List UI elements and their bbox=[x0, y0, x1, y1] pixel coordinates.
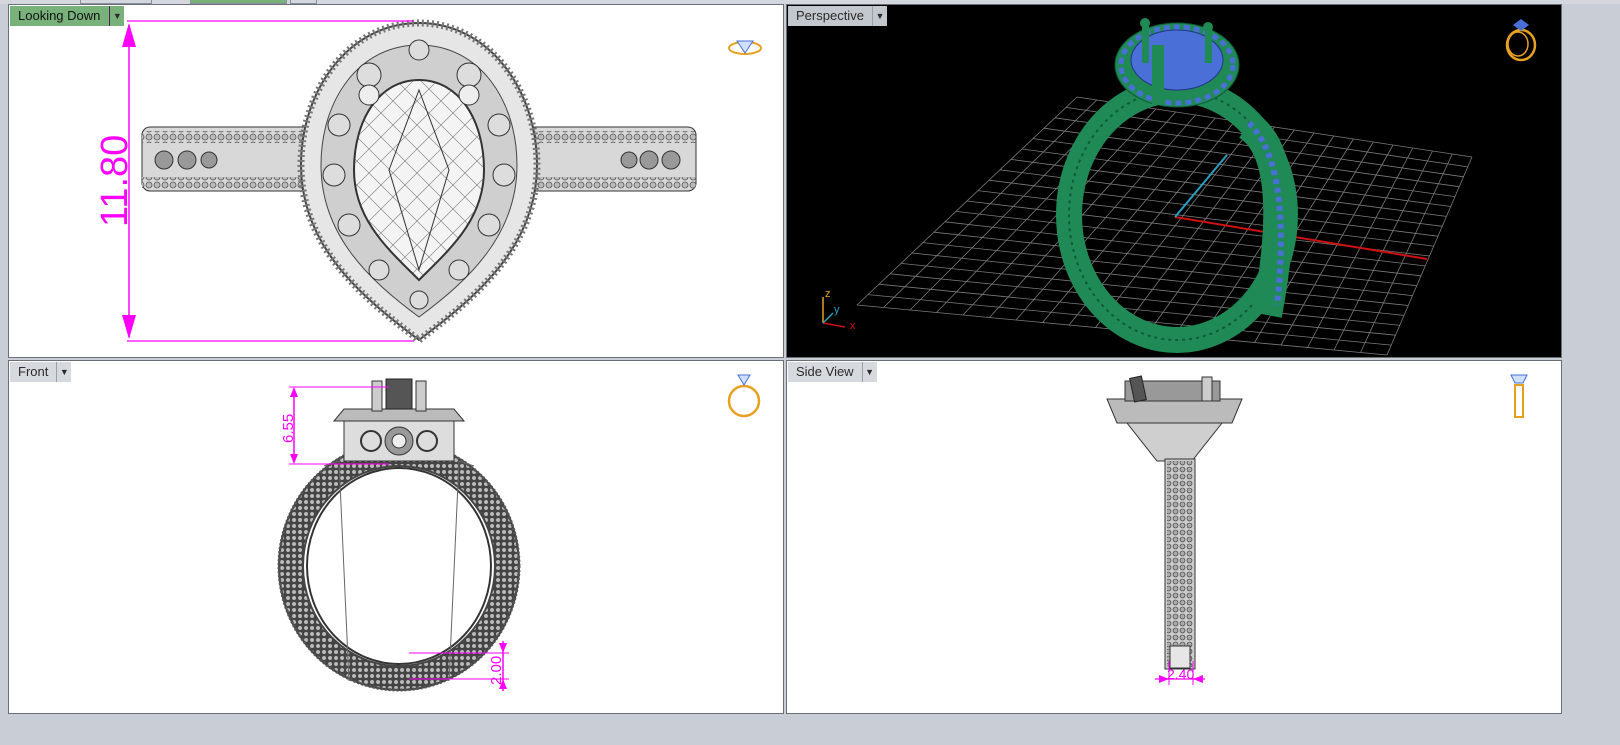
viewport-title: Side View bbox=[788, 362, 863, 382]
grid-line bbox=[1360, 153, 1453, 353]
dimension-label: 2.40 bbox=[1167, 666, 1194, 682]
chevron-down-icon[interactable]: ▼ bbox=[862, 362, 877, 382]
viewport-front[interactable]: Front ▼ 6.55 2.00 bbox=[8, 360, 784, 714]
axis-z-label: z bbox=[825, 288, 831, 300]
viewport-looking-down[interactable]: Looking Down ▼ 11.80 bbox=[8, 4, 784, 358]
ring-diamond-icon[interactable] bbox=[727, 35, 763, 57]
side-view-drawing: 2.40 bbox=[1106, 375, 1243, 685]
grid-line bbox=[1386, 156, 1473, 356]
dimension-label-bottom: 2.00 bbox=[488, 656, 505, 685]
chevron-down-icon[interactable]: ▼ bbox=[57, 362, 72, 382]
viewport-side[interactable]: Side View ▼ 2.40 bbox=[786, 360, 1562, 714]
viewport-label-looking-down[interactable]: Looking Down ▼ bbox=[10, 6, 125, 26]
chevron-down-icon[interactable]: ▼ bbox=[109, 6, 125, 26]
ring-side-icon[interactable] bbox=[1507, 371, 1531, 421]
dimension-label-top: 6.55 bbox=[280, 414, 297, 443]
viewport-title: Front bbox=[10, 362, 58, 382]
chevron-down-icon[interactable]: ▼ bbox=[872, 6, 887, 26]
axis-y-label: y bbox=[834, 304, 840, 316]
grid-line bbox=[1333, 150, 1433, 351]
dimension-label: 11.80 bbox=[94, 135, 136, 227]
ring-front-icon[interactable] bbox=[724, 371, 764, 419]
grid-line bbox=[889, 273, 1400, 326]
perspective-drawing: z y x bbox=[822, 18, 1473, 356]
viewport-label-perspective[interactable]: Perspective ▼ bbox=[788, 6, 887, 26]
viewport-label-front[interactable]: Front ▼ bbox=[10, 362, 72, 382]
viewport-title: Perspective bbox=[788, 6, 873, 26]
viewport-title: Looking Down bbox=[10, 6, 110, 26]
front-view-drawing: 6.55 2.00 bbox=[277, 378, 521, 692]
viewport-label-side[interactable]: Side View ▼ bbox=[788, 362, 877, 382]
top-view-drawing: 11.80 bbox=[94, 19, 697, 345]
viewport-perspective[interactable]: Perspective ▼ z y x bbox=[786, 4, 1562, 358]
axis-x-label: x bbox=[850, 320, 856, 332]
ring-perspective-icon[interactable] bbox=[1501, 17, 1541, 63]
